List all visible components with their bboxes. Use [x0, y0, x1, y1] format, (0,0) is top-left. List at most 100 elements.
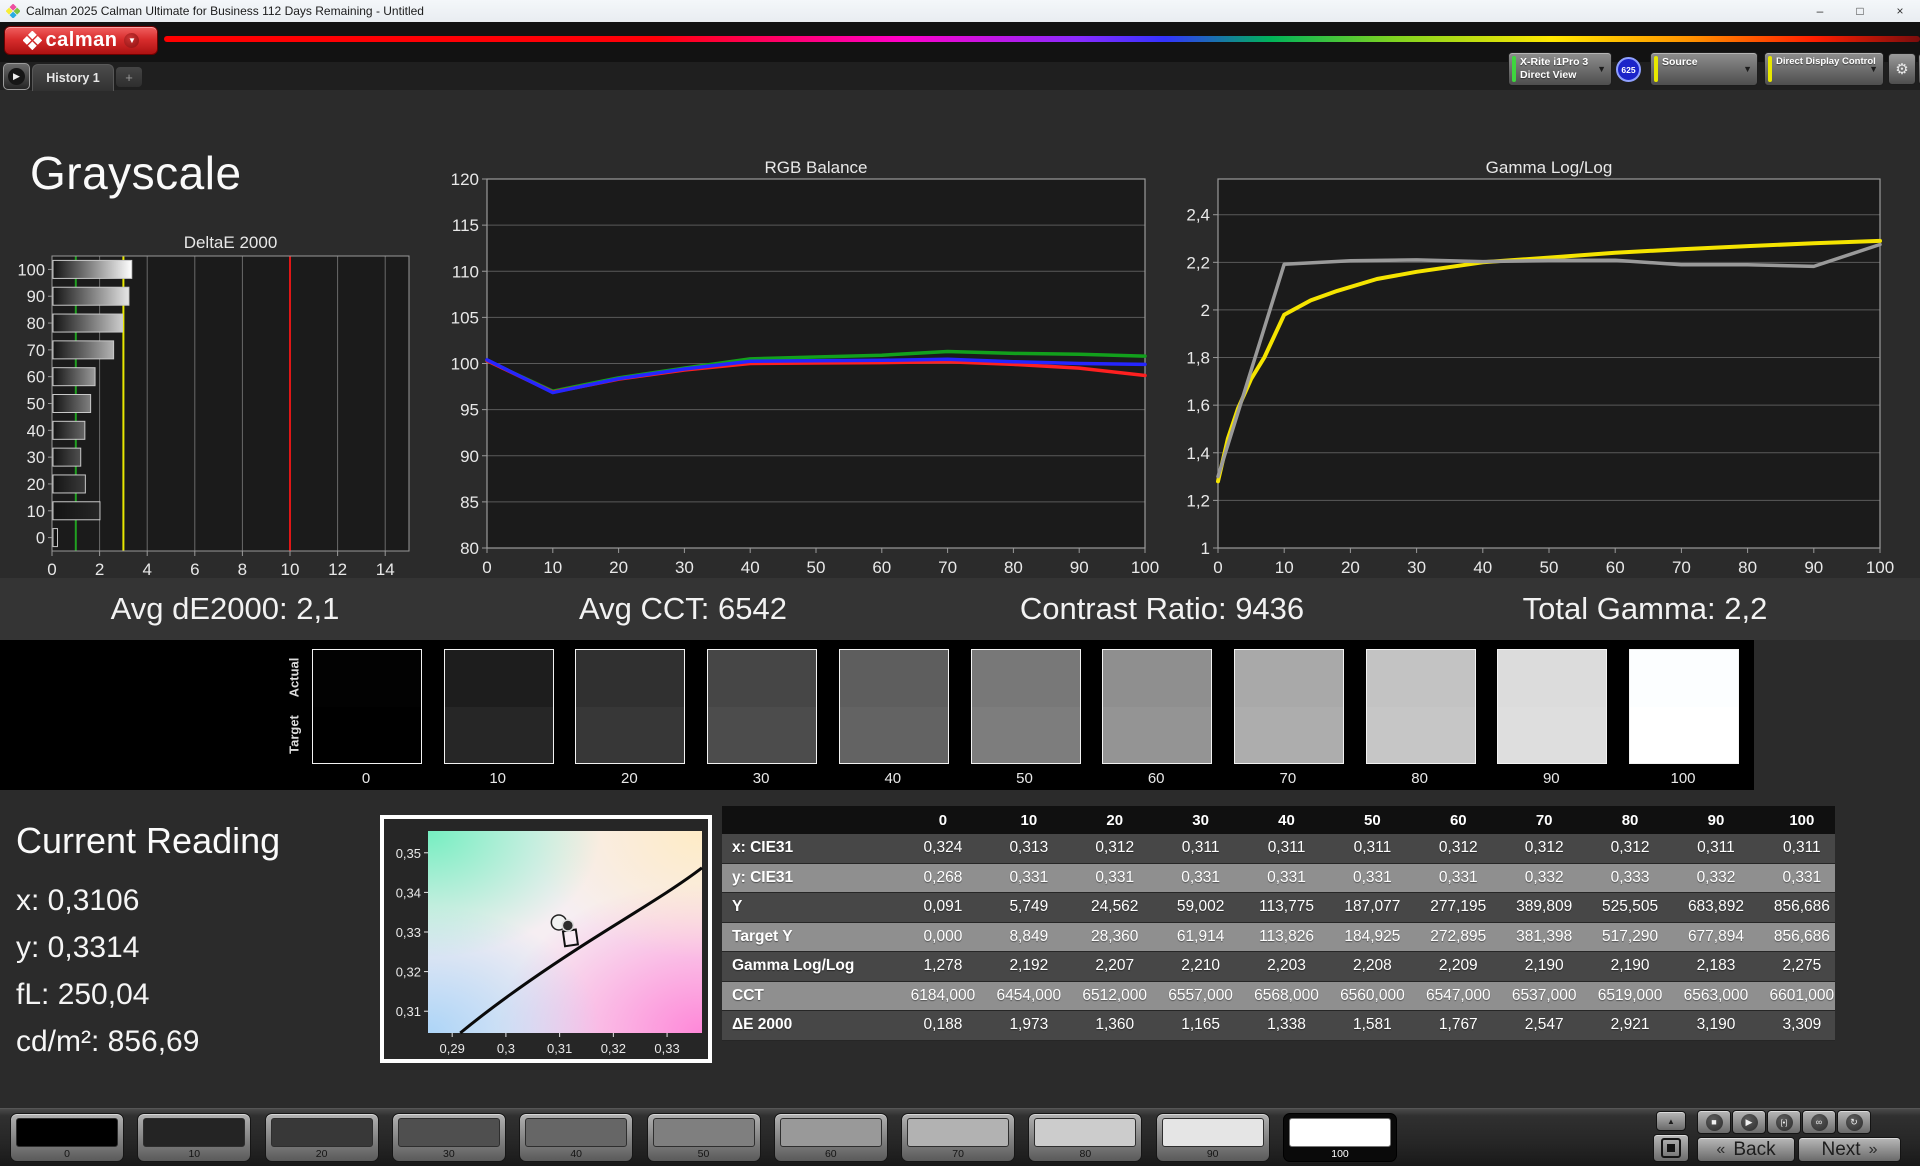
pattern-patch-30[interactable]: 30 — [391, 1113, 506, 1162]
column-header: 50 — [1364, 811, 1381, 829]
chevron-right-icon: ▶ — [8, 68, 25, 85]
svg-text:0: 0 — [36, 530, 45, 548]
calman-menu-button[interactable]: calman ▼ — [4, 26, 158, 55]
minimize-icon[interactable]: – — [1800, 0, 1840, 22]
svg-text:6: 6 — [190, 560, 199, 579]
pattern-scroll-up-button[interactable]: ▲ — [1656, 1111, 1686, 1131]
pattern-patch-70[interactable]: 70 — [901, 1113, 1016, 1162]
table-cell: 187,077 — [1344, 898, 1401, 916]
table-cell: 2,192 — [1009, 957, 1049, 975]
chevrons-right-icon: » — [1868, 1140, 1878, 1158]
table-cell: 0,268 — [923, 868, 963, 886]
svg-text:30: 30 — [1407, 558, 1426, 577]
svg-text:20: 20 — [1341, 558, 1360, 577]
pattern-window-button[interactable] — [1653, 1134, 1689, 1162]
svg-text:DeltaE 2000: DeltaE 2000 — [184, 233, 278, 252]
grayscale-swatch-20 — [575, 649, 686, 764]
pattern-patch-80[interactable]: 80 — [1028, 1113, 1143, 1162]
patch-swatch — [652, 1118, 755, 1147]
add-tab-button[interactable]: + — [116, 67, 142, 87]
next-button[interactable]: Next» — [1798, 1137, 1901, 1162]
svg-text:10: 10 — [1275, 558, 1294, 577]
pattern-patch-60[interactable]: 60 — [773, 1113, 888, 1162]
svg-text:20: 20 — [609, 558, 628, 577]
settings-button[interactable]: ⚙ — [1888, 53, 1916, 85]
grayscale-swatch-0 — [312, 649, 422, 764]
grayscale-swatch-40 — [838, 649, 949, 764]
table-cell: 2,921 — [1610, 1016, 1650, 1034]
meter-status-bar — [1512, 56, 1516, 82]
play-button[interactable]: ▶ — [1732, 1110, 1766, 1134]
table-cell: 5,749 — [1009, 898, 1049, 916]
target-swatch — [1234, 706, 1343, 763]
table-cell: 61,914 — [1176, 927, 1225, 945]
gamma-loglog-chart: Gamma Log/Log 1 1,2 1,4 1,6 1,8 2 2,2 2,4 0 10 20 30… — [1186, 158, 1894, 577]
maximize-icon[interactable]: □ — [1840, 0, 1880, 22]
pattern-patch-20[interactable]: 20 — [264, 1113, 379, 1162]
svg-text:0,31: 0,31 — [547, 1041, 572, 1056]
grayscale-swatch-70 — [1233, 649, 1344, 764]
table-cell: 2,207 — [1095, 957, 1135, 975]
pattern-patch-100[interactable]: 100 — [1283, 1113, 1397, 1162]
table-cell: 0,312 — [1095, 839, 1135, 857]
pattern-patch-40[interactable]: 40 — [519, 1113, 634, 1162]
patch-label: 90 — [1206, 1148, 1219, 1160]
svg-text:120: 120 — [451, 170, 479, 189]
svg-text:60: 60 — [27, 369, 45, 387]
tab-history-1[interactable]: History 1 — [32, 64, 114, 91]
table-cell: 184,925 — [1344, 927, 1401, 945]
svg-text:1,2: 1,2 — [1186, 491, 1210, 510]
actual-row-label: Actual — [286, 657, 302, 698]
back-button[interactable]: «Back — [1697, 1137, 1795, 1162]
table-cell: 28,360 — [1091, 927, 1139, 945]
svg-text:0: 0 — [47, 560, 56, 579]
swatch-level-label: 0 — [361, 770, 371, 787]
table-cell: 3,190 — [1696, 1016, 1736, 1034]
read-once-button[interactable]: [•] — [1767, 1110, 1801, 1134]
table-row: Target Y 0,000 8,849 28,360 61,914 113,826 184… — [722, 922, 1835, 952]
table-cell: 0,333 — [1610, 868, 1650, 886]
expand-panel-button[interactable]: ▶ — [3, 63, 30, 90]
svg-text:RGB Balance: RGB Balance — [765, 158, 868, 177]
target-swatch — [313, 706, 421, 763]
table-cell: 1,360 — [1095, 1016, 1135, 1034]
grayscale-swatch-50 — [970, 649, 1081, 764]
svg-text:40: 40 — [1473, 558, 1492, 577]
close-icon[interactable]: × — [1880, 0, 1920, 22]
reading-x: x: 0,3106 — [16, 884, 140, 917]
actual-swatch — [971, 650, 1080, 707]
read-once-icon: [•] — [1775, 1113, 1793, 1131]
display-control-dropdown[interactable]: Direct Display Control ▼ — [1764, 52, 1884, 86]
table-cell: 6563,000 — [1683, 986, 1749, 1004]
table-cell: 8,849 — [1009, 927, 1049, 945]
patch-swatch — [143, 1118, 246, 1147]
table-cell: 0,331 — [1782, 868, 1822, 886]
svg-text:10: 10 — [543, 558, 562, 577]
svg-text:2,4: 2,4 — [1186, 206, 1210, 225]
svg-text:0,32: 0,32 — [396, 965, 421, 980]
swatch-level-label: 40 — [884, 770, 902, 787]
patch-swatch — [270, 1118, 373, 1147]
target-swatch — [708, 706, 817, 763]
meter-dropdown[interactable]: X-Rite i1Pro 3 Direct View ▼ — [1508, 52, 1612, 86]
patch-label: 80 — [1079, 1148, 1092, 1160]
actual-swatch — [839, 650, 948, 707]
actual-swatch — [313, 650, 421, 707]
pattern-patch-50[interactable]: 50 — [646, 1113, 761, 1162]
stop-button[interactable]: ■ — [1697, 1110, 1731, 1134]
grayscale-swatch-60 — [1102, 649, 1213, 764]
source-dropdown[interactable]: Source ▼ — [1650, 52, 1758, 86]
svg-text:0,33: 0,33 — [396, 925, 421, 940]
pattern-patch-90[interactable]: 90 — [1155, 1113, 1270, 1162]
column-header: 40 — [1278, 811, 1295, 829]
pattern-patch-10[interactable]: 10 — [137, 1113, 252, 1162]
table-cell: 113,775 — [1259, 898, 1314, 916]
grayscale-swatch-100 — [1629, 649, 1739, 764]
continuous-read-button[interactable]: ∞ — [1802, 1110, 1836, 1134]
swatch-level-label: 90 — [1542, 770, 1560, 787]
pattern-patch-0[interactable]: 0 — [10, 1113, 124, 1162]
table-cell: 1,165 — [1181, 1016, 1221, 1034]
table-cell: 6557,000 — [1168, 986, 1233, 1004]
loop-button[interactable]: ↻ — [1837, 1110, 1871, 1134]
table-cell: 525,505 — [1602, 898, 1659, 916]
